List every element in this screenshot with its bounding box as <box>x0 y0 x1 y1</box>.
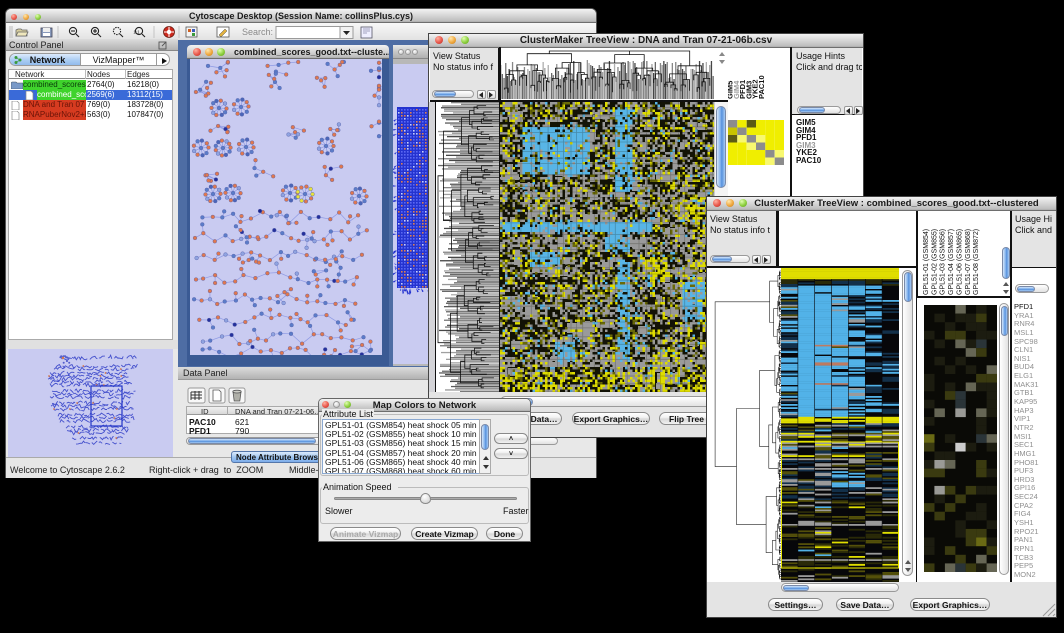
svg-text:GPL51-02 (GSM855): GPL51-02 (GSM855) <box>931 229 938 295</box>
svg-text:GPL51-04 (GSM857): GPL51-04 (GSM857) <box>948 229 955 295</box>
svg-text:Search:: Search: <box>242 27 273 37</box>
svg-text:GPL51-07 (GSM868): GPL51-07 (GSM868) <box>965 229 972 295</box>
svg-text:1:1: 1:1 <box>133 30 140 35</box>
svg-text:GPL51-01 (GSM854): GPL51-01 (GSM854) <box>923 229 930 295</box>
svg-text:PAC10: PAC10 <box>757 75 766 99</box>
svg-text:GPL51-08 (GSM872): GPL51-08 (GSM872) <box>973 229 980 295</box>
svg-text:GPL51-06 (GSM865): GPL51-06 (GSM865) <box>956 229 963 295</box>
svg-text:GPL51-03 (GSM856): GPL51-03 (GSM856) <box>940 229 947 295</box>
